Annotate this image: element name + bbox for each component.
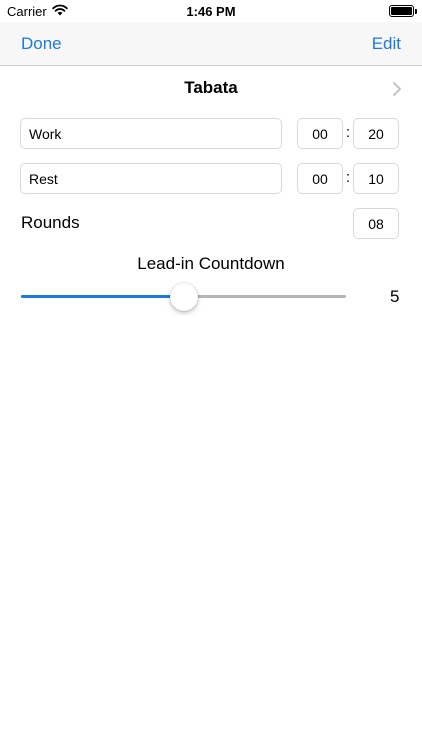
status-time: 1:46 PM [186, 4, 236, 19]
time-separator: : [345, 124, 351, 141]
rounds-field[interactable] [353, 208, 399, 239]
edit-button[interactable]: Edit [372, 34, 401, 54]
rest-minutes-field[interactable] [297, 163, 343, 194]
battery-icon [389, 5, 417, 17]
status-bar: Carrier 1:46 PM [0, 0, 422, 22]
rest-name-field[interactable] [20, 163, 282, 194]
lead-in-countdown-value: 5 [390, 287, 400, 306]
chevron-right-icon [393, 82, 401, 96]
navigation-bar: Done Edit [0, 22, 422, 66]
done-button[interactable]: Done [21, 34, 62, 54]
lead-in-countdown-label: Lead-in Countdown [137, 254, 285, 273]
lead-in-countdown-slider[interactable] [21, 283, 346, 311]
workout-title-row[interactable]: Tabata [0, 66, 422, 110]
work-name-field[interactable] [20, 118, 282, 149]
rest-seconds-field[interactable] [353, 163, 399, 194]
workout-title: Tabata [184, 78, 238, 97]
work-seconds-field[interactable] [353, 118, 399, 149]
work-minutes-field[interactable] [297, 118, 343, 149]
time-separator: : [345, 169, 351, 186]
slider-thumb[interactable] [169, 283, 198, 311]
slider-track-fill [21, 295, 184, 298]
rounds-label: Rounds [21, 213, 80, 232]
